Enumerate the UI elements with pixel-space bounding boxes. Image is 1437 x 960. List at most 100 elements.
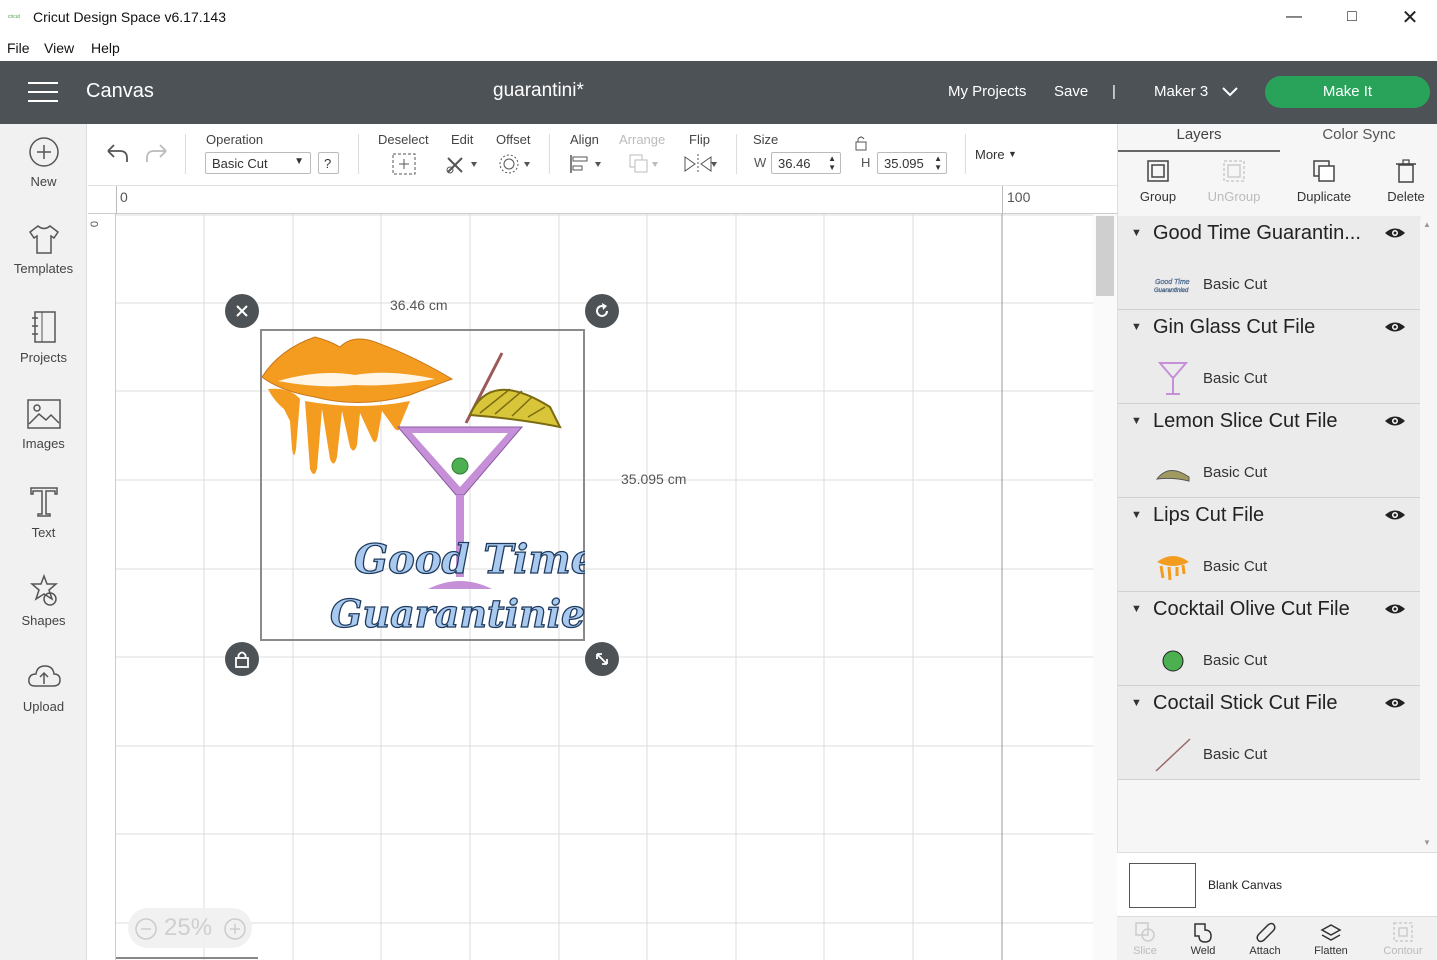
nav-projects[interactable]: Projects: [0, 310, 87, 365]
maximize-button[interactable]: □: [1323, 0, 1381, 34]
layer-item[interactable]: ▼ Good Time Guarantin... Good Time Guaran…: [1118, 216, 1421, 310]
delete-button[interactable]: Delete: [1366, 158, 1437, 204]
contour-button[interactable]: Contour: [1373, 921, 1433, 957]
selection-height-label: 35.095 cm: [621, 471, 687, 487]
more-dropdown-icon[interactable]: ▼: [1008, 149, 1017, 159]
menu-view[interactable]: View: [44, 40, 74, 56]
width-input[interactable]: 36.46 ▲ ▼: [771, 152, 841, 174]
ruler-label-0: 0: [120, 189, 128, 205]
nav-shapes[interactable]: Shapes: [0, 573, 87, 628]
height-stepper-icon[interactable]: ▲ ▼: [934, 154, 942, 172]
group-button[interactable]: Group: [1118, 158, 1198, 204]
tab-layers[interactable]: Layers: [1118, 124, 1280, 152]
eye-icon[interactable]: [1384, 602, 1406, 616]
blank-canvas-swatch[interactable]: [1129, 863, 1196, 908]
scroll-up-icon[interactable]: ▲: [1423, 220, 1431, 229]
weld-icon: [1194, 923, 1212, 943]
header-divider: |: [1112, 83, 1116, 100]
layer-item[interactable]: ▼ Gin Glass Cut File Basic Cut: [1118, 310, 1421, 404]
eye-icon[interactable]: [1384, 696, 1406, 710]
caret-down-icon[interactable]: ▼: [1131, 509, 1142, 521]
layer-name: Cocktail Olive Cut File: [1153, 598, 1350, 620]
ungroup-button[interactable]: UnGroup: [1194, 158, 1274, 204]
paperclip-icon: [1256, 922, 1276, 943]
offset-icon[interactable]: [498, 153, 532, 175]
menu-file[interactable]: File: [7, 40, 30, 56]
redo-icon[interactable]: [144, 142, 170, 164]
lock-handle[interactable]: [225, 642, 259, 676]
layer-name: Lips Cut File: [1153, 504, 1265, 526]
deselect-icon[interactable]: [392, 153, 416, 175]
my-projects-link[interactable]: My Projects: [948, 83, 1026, 100]
nav-upload[interactable]: Upload: [0, 661, 87, 714]
eye-icon[interactable]: [1384, 226, 1406, 240]
height-label: H: [861, 155, 871, 170]
width-value: 36.46: [778, 156, 811, 171]
minimize-button[interactable]: —: [1265, 0, 1323, 34]
nav-new[interactable]: New: [0, 136, 87, 189]
weld-label: Weld: [1190, 945, 1216, 957]
zoom-in-icon[interactable]: [223, 917, 247, 941]
save-link[interactable]: Save: [1054, 83, 1088, 100]
plus-circle-icon: [28, 137, 59, 167]
resize-handle[interactable]: [585, 642, 619, 676]
attach-button[interactable]: Attach: [1235, 921, 1295, 957]
chevron-down-icon[interactable]: [1222, 87, 1238, 97]
height-input[interactable]: 35.095 ▲ ▼: [877, 152, 947, 174]
slice-button[interactable]: Slice: [1115, 921, 1175, 957]
arrange-icon[interactable]: [628, 153, 662, 175]
rotate-handle[interactable]: [585, 294, 619, 328]
nav-images-label: Images: [22, 436, 65, 451]
group-icon: [1147, 160, 1169, 182]
weld-button[interactable]: Weld: [1173, 921, 1233, 957]
section-title: Canvas: [86, 80, 154, 102]
eye-icon[interactable]: [1384, 320, 1406, 334]
nav-templates[interactable]: Templates: [0, 223, 87, 276]
layer-operation: Basic Cut: [1203, 370, 1268, 387]
eye-icon[interactable]: [1384, 508, 1406, 522]
caret-down-icon[interactable]: ▼: [1131, 603, 1142, 615]
align-icon[interactable]: [569, 153, 603, 175]
eye-icon[interactable]: [1384, 414, 1406, 428]
delete-handle[interactable]: [225, 294, 259, 328]
design-canvas[interactable]: 36.46 cm 35.095 cm Good Time Guarantinie…: [116, 214, 1093, 960]
cocktail-design[interactable]: Good Time Guarantinied: [260, 329, 585, 641]
ungroup-icon: [1223, 160, 1245, 182]
layer-thumbnail: [1153, 360, 1193, 398]
operation-help-button[interactable]: ?: [318, 152, 339, 174]
caret-down-icon[interactable]: ▼: [1131, 321, 1142, 333]
machine-selector[interactable]: Maker 3: [1154, 83, 1208, 100]
layers-scrollbar[interactable]: ▲ ▼: [1420, 218, 1437, 853]
layers-panel: Layers Color Sync Group UnGroup Duplicat…: [1117, 124, 1437, 960]
undo-icon[interactable]: [104, 142, 130, 164]
flatten-button[interactable]: Flatten: [1301, 921, 1361, 957]
lock-icon: [235, 651, 249, 668]
layer-item[interactable]: ▼ Coctail Stick Cut File Basic Cut: [1118, 686, 1421, 780]
zoom-out-icon[interactable]: [134, 917, 158, 941]
caret-down-icon[interactable]: ▼: [1131, 227, 1142, 239]
layer-item[interactable]: ▼ Lemon Slice Cut File Basic Cut: [1118, 404, 1421, 498]
canvas-scrollbar[interactable]: [1093, 214, 1117, 960]
blank-canvas-row[interactable]: Blank Canvas: [1117, 852, 1437, 916]
more-button[interactable]: More: [975, 147, 1005, 162]
close-window-button[interactable]: ✕: [1381, 0, 1437, 34]
scroll-down-icon[interactable]: ▼: [1423, 838, 1431, 847]
width-stepper-icon[interactable]: ▲ ▼: [828, 154, 836, 172]
layer-item[interactable]: ▼ Lips Cut File Basic Cut: [1118, 498, 1421, 592]
nav-images[interactable]: Images: [0, 398, 87, 451]
edit-tools-icon[interactable]: [445, 153, 479, 175]
layer-item[interactable]: ▼ Cocktail Olive Cut File Basic Cut: [1118, 592, 1421, 686]
operation-select[interactable]: Basic Cut ▼: [205, 152, 311, 174]
hamburger-menu-icon[interactable]: [28, 82, 58, 104]
flip-icon[interactable]: [683, 153, 719, 175]
nav-text-label: Text: [31, 525, 56, 540]
tab-color-sync[interactable]: Color Sync: [1280, 124, 1437, 152]
scrollbar-thumb[interactable]: [1096, 216, 1114, 296]
lock-ratio-icon[interactable]: [854, 135, 868, 151]
duplicate-button[interactable]: Duplicate: [1284, 158, 1364, 204]
caret-down-icon[interactable]: ▼: [1131, 415, 1142, 427]
menu-help[interactable]: Help: [91, 40, 120, 56]
make-it-button[interactable]: Make It: [1265, 76, 1430, 108]
caret-down-icon[interactable]: ▼: [1131, 697, 1142, 709]
nav-text[interactable]: Text: [0, 485, 87, 540]
